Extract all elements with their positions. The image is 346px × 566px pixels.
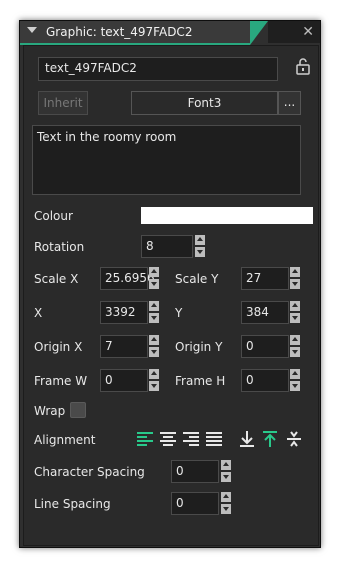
origin-x-stepper[interactable] <box>149 335 159 358</box>
character-spacing-label: Character Spacing <box>34 465 145 479</box>
frame-w-stepper[interactable] <box>149 369 159 392</box>
wrap-checkbox[interactable] <box>70 402 86 418</box>
origin-y-input[interactable]: 0 <box>241 335 289 358</box>
align-bottom-icon[interactable] <box>239 430 255 448</box>
scale-y-stepper[interactable] <box>290 267 300 290</box>
line-spacing-stepper[interactable] <box>221 492 231 515</box>
line-spacing-label: Line Spacing <box>34 497 111 511</box>
frame-h-input[interactable]: 0 <box>241 369 289 392</box>
rotation-input[interactable]: 8 <box>141 235 193 258</box>
y-stepper[interactable] <box>290 301 300 324</box>
x-label: X <box>34 306 43 320</box>
font-selector[interactable]: Font3 <box>131 91 278 115</box>
window-title: Graphic: text_497FADC2 <box>46 25 193 39</box>
character-spacing-stepper[interactable] <box>221 460 231 483</box>
scale-y-input[interactable]: 27 <box>241 267 289 290</box>
alignment-label: Alignment <box>34 433 96 447</box>
x-input[interactable]: 3392 <box>100 301 148 324</box>
scale-x-stepper[interactable] <box>149 267 159 290</box>
origin-x-label: Origin X <box>34 340 83 354</box>
scale-x-label: Scale X <box>34 272 79 286</box>
text-area[interactable]: Text in the roomy room <box>32 125 301 195</box>
tab-accent <box>250 21 268 45</box>
collapse-arrow-icon[interactable] <box>27 27 37 33</box>
y-label: Y <box>175 306 183 320</box>
frame-h-label: Frame H <box>175 374 226 388</box>
frame-w-label: Frame W <box>34 374 88 388</box>
align-left-icon[interactable] <box>136 431 154 447</box>
colour-swatch[interactable] <box>141 207 313 224</box>
line-spacing-input[interactable]: 0 <box>171 492 219 515</box>
window-tab[interactable]: Graphic: text_497FADC2 <box>20 21 250 45</box>
colour-label: Colour <box>34 209 73 223</box>
frame-w-input[interactable]: 0 <box>100 369 148 392</box>
frame-h-stepper[interactable] <box>290 369 300 392</box>
origin-y-stepper[interactable] <box>290 335 300 358</box>
align-right-icon[interactable] <box>182 431 200 447</box>
align-center-icon[interactable] <box>159 431 177 447</box>
name-field[interactable]: text_497FADC2 <box>38 57 278 81</box>
x-stepper[interactable] <box>149 301 159 324</box>
align-middle-icon[interactable] <box>286 430 302 448</box>
align-justify-icon[interactable] <box>205 431 223 447</box>
scale-y-label: Scale Y <box>175 272 219 286</box>
properties-panel: text_497FADC2 Inherit Font3 ... Text in … <box>23 45 319 546</box>
align-top-icon[interactable] <box>262 430 278 448</box>
graphic-properties-window: Graphic: text_497FADC2 ✕ text_497FADC2 I… <box>19 20 321 548</box>
font-more-button[interactable]: ... <box>278 91 301 115</box>
wrap-label: Wrap <box>34 404 66 418</box>
inherit-button[interactable]: Inherit <box>38 91 88 115</box>
character-spacing-input[interactable]: 0 <box>171 460 219 483</box>
origin-y-label: Origin Y <box>175 340 223 354</box>
y-input[interactable]: 384 <box>241 301 289 324</box>
origin-x-input[interactable]: 7 <box>100 335 148 358</box>
lock-icon[interactable] <box>296 57 310 75</box>
close-icon[interactable]: ✕ <box>302 24 314 40</box>
rotation-stepper[interactable] <box>195 235 205 258</box>
scale-x-input[interactable]: 25.6956 <box>100 267 155 290</box>
rotation-label: Rotation <box>34 240 85 254</box>
